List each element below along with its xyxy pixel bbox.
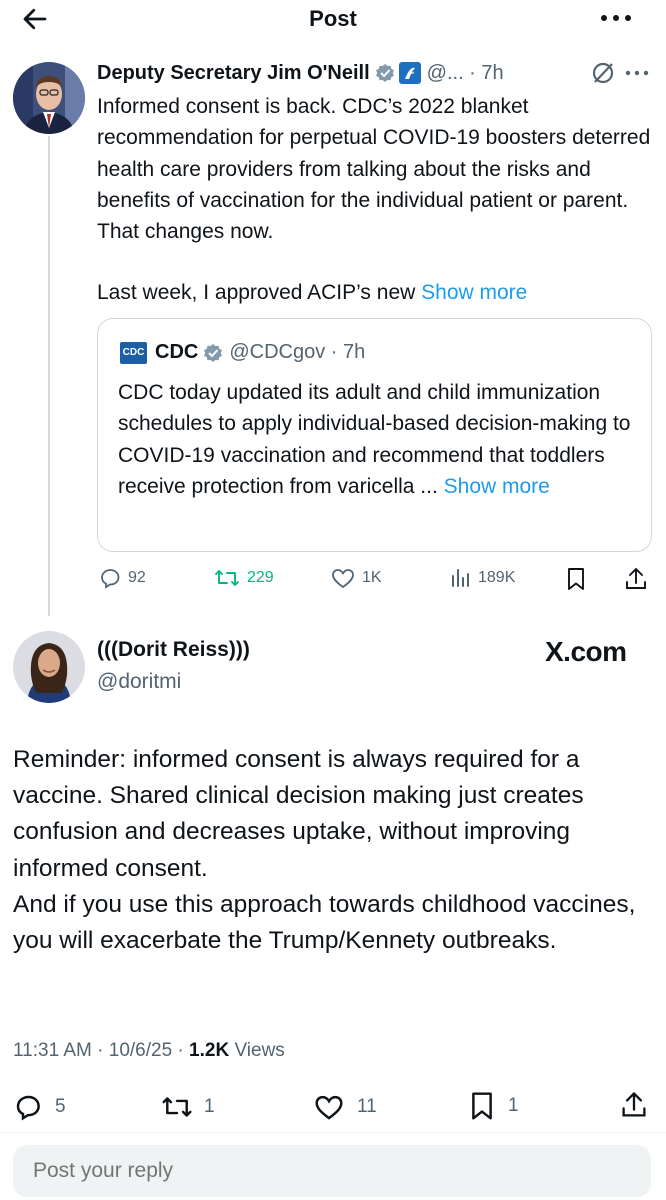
views-number: 1.2K bbox=[189, 1040, 230, 1061]
repost-button[interactable]: 229 bbox=[213, 566, 274, 590]
reply-button[interactable]: 92 bbox=[98, 566, 146, 590]
verified-badge-icon bbox=[203, 343, 223, 363]
bookmark-button[interactable]: 1 bbox=[468, 1090, 519, 1122]
quoted-handle-and-time: @CDCgov · 7h bbox=[229, 341, 366, 363]
thread-connector bbox=[48, 136, 50, 616]
quoted-text-body: CDC today updated its adult and child im… bbox=[118, 381, 631, 498]
avatar[interactable] bbox=[13, 62, 85, 134]
grok-button[interactable] bbox=[590, 60, 616, 86]
tweet-text: Informed consent is back. CDC’s 2022 bla… bbox=[97, 95, 651, 244]
profile-photo-icon bbox=[13, 62, 85, 134]
cdc-logo: CDC bbox=[120, 341, 147, 364]
author-name[interactable]: (((Dorit Reiss))) bbox=[97, 638, 250, 662]
tweet-timestamp: 11:31 AM · 10/6/25 · 1.2K Views bbox=[13, 1040, 285, 1062]
author-name[interactable]: Deputy Secretary Jim O'Neill bbox=[97, 62, 370, 85]
analytics-icon bbox=[452, 569, 469, 587]
profile-photo-icon bbox=[13, 631, 85, 703]
grok-icon bbox=[592, 62, 614, 84]
heart-icon bbox=[315, 1095, 343, 1120]
heart-icon bbox=[332, 569, 354, 589]
bookmark-icon bbox=[568, 568, 584, 590]
more-button[interactable] bbox=[598, 8, 638, 32]
top-bar: Post bbox=[0, 0, 666, 40]
tweet-text-body: Reminder: informed consent is always req… bbox=[13, 746, 636, 955]
views-label: Views bbox=[229, 1040, 285, 1061]
tweet-header: Deputy Secretary Jim O'Neill @... · 7h bbox=[97, 58, 504, 88]
tweet-more-button[interactable] bbox=[624, 66, 650, 80]
like-button[interactable]: 1K bbox=[330, 566, 382, 590]
more-horizontal-icon bbox=[625, 70, 649, 76]
author-handle[interactable]: @doritmi bbox=[97, 670, 181, 694]
view-count: 189K bbox=[478, 569, 516, 586]
quoted-show-more-link[interactable]: Show more bbox=[444, 475, 550, 498]
repost-button[interactable]: 1 bbox=[160, 1092, 215, 1122]
reply-button[interactable]: 5 bbox=[13, 1092, 66, 1122]
more-horizontal-icon bbox=[601, 15, 631, 21]
x-com-logo: X.com bbox=[545, 636, 627, 667]
bookmark-button[interactable] bbox=[565, 566, 587, 592]
like-button[interactable]: 11 bbox=[313, 1092, 377, 1122]
reply-input[interactable] bbox=[33, 1159, 633, 1183]
share-button[interactable] bbox=[620, 1090, 648, 1120]
repost-count: 229 bbox=[247, 569, 274, 586]
verified-badge-icon bbox=[375, 63, 395, 83]
repost-count: 1 bbox=[204, 1096, 215, 1117]
repost-icon bbox=[162, 1097, 192, 1117]
reply-composer[interactable] bbox=[13, 1145, 651, 1197]
tweet-text: Reminder: informed consent is always req… bbox=[13, 742, 658, 959]
like-count: 1K bbox=[362, 569, 382, 586]
page-title: Post bbox=[309, 6, 357, 31]
post-time: 11:31 AM · 10/6/25 · bbox=[13, 1040, 190, 1061]
reply-count: 92 bbox=[128, 569, 146, 586]
quoted-author-name[interactable]: CDC bbox=[155, 341, 198, 364]
reply-count: 5 bbox=[55, 1096, 66, 1117]
quoted-tweet[interactable]: CDC CDC @CDCgov · 7h CDC today updated i… bbox=[97, 318, 652, 552]
avatar[interactable] bbox=[13, 631, 85, 703]
government-affiliate-icon bbox=[398, 62, 421, 84]
reply-icon bbox=[16, 1095, 40, 1121]
share-icon bbox=[622, 1092, 646, 1117]
bookmark-count: 1 bbox=[508, 1095, 519, 1116]
quoted-tweet-header: CDC CDC @CDCgov · 7h bbox=[120, 341, 365, 364]
tweet-text-continued: Last week, I approved ACIP’s new Show mo… bbox=[97, 277, 657, 308]
repost-icon bbox=[215, 570, 239, 586]
divider bbox=[0, 1132, 666, 1133]
show-more-link[interactable]: Show more bbox=[421, 281, 527, 304]
bookmark-icon bbox=[472, 1092, 492, 1120]
quoted-tweet-text: CDC today updated its adult and child im… bbox=[118, 377, 638, 502]
reply-icon bbox=[101, 569, 120, 589]
share-button[interactable] bbox=[624, 566, 648, 592]
tweet-text-line: Last week, I approved ACIP’s new bbox=[97, 281, 416, 304]
handle-and-time: @... · 7h bbox=[426, 61, 504, 84]
views-button[interactable]: 189K bbox=[450, 566, 515, 590]
like-count: 11 bbox=[357, 1096, 377, 1117]
share-icon bbox=[626, 568, 646, 589]
